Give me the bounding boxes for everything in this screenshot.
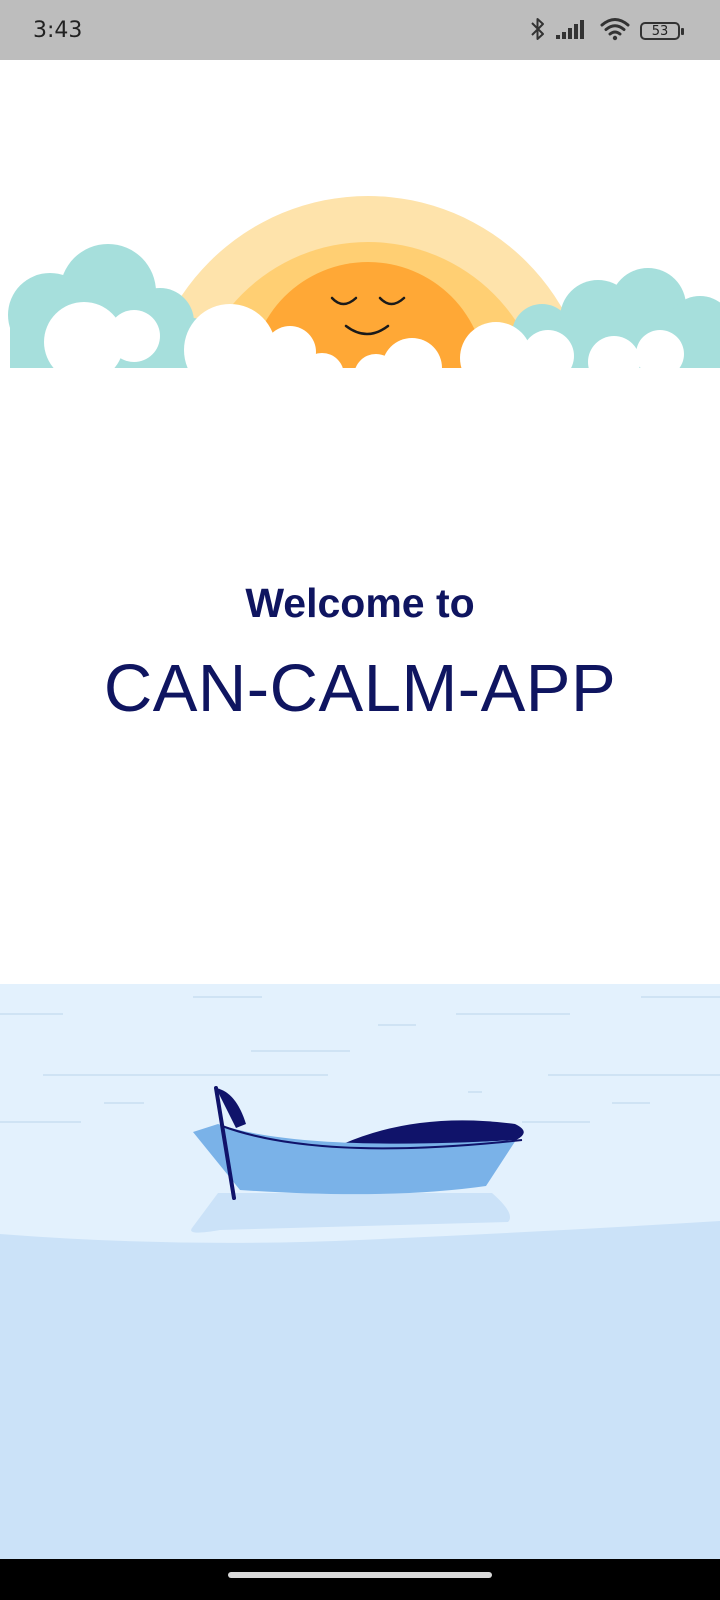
home-indicator[interactable] [228, 1572, 492, 1578]
sun-illustration [0, 196, 720, 400]
app-title: CAN-CALM-APP [103, 651, 617, 726]
status-time: 3:43 [33, 18, 83, 43]
welcome-heading: Welcome to [245, 580, 475, 626]
navigation-bar [0, 1559, 720, 1600]
signal-icon [556, 18, 590, 45]
status-bar: 3:43 53 [0, 0, 720, 60]
bluetooth-icon [530, 16, 546, 47]
splash-screen: 3:43 53 Welcome to CAN-CALM-APP [0, 0, 720, 1600]
water-illustration [0, 984, 720, 1559]
battery-icon: 53 [640, 22, 684, 40]
battery-level: 53 [651, 23, 669, 39]
wifi-icon [600, 17, 630, 46]
status-icons: 53 [530, 16, 684, 47]
water-foreground [0, 1221, 720, 1559]
